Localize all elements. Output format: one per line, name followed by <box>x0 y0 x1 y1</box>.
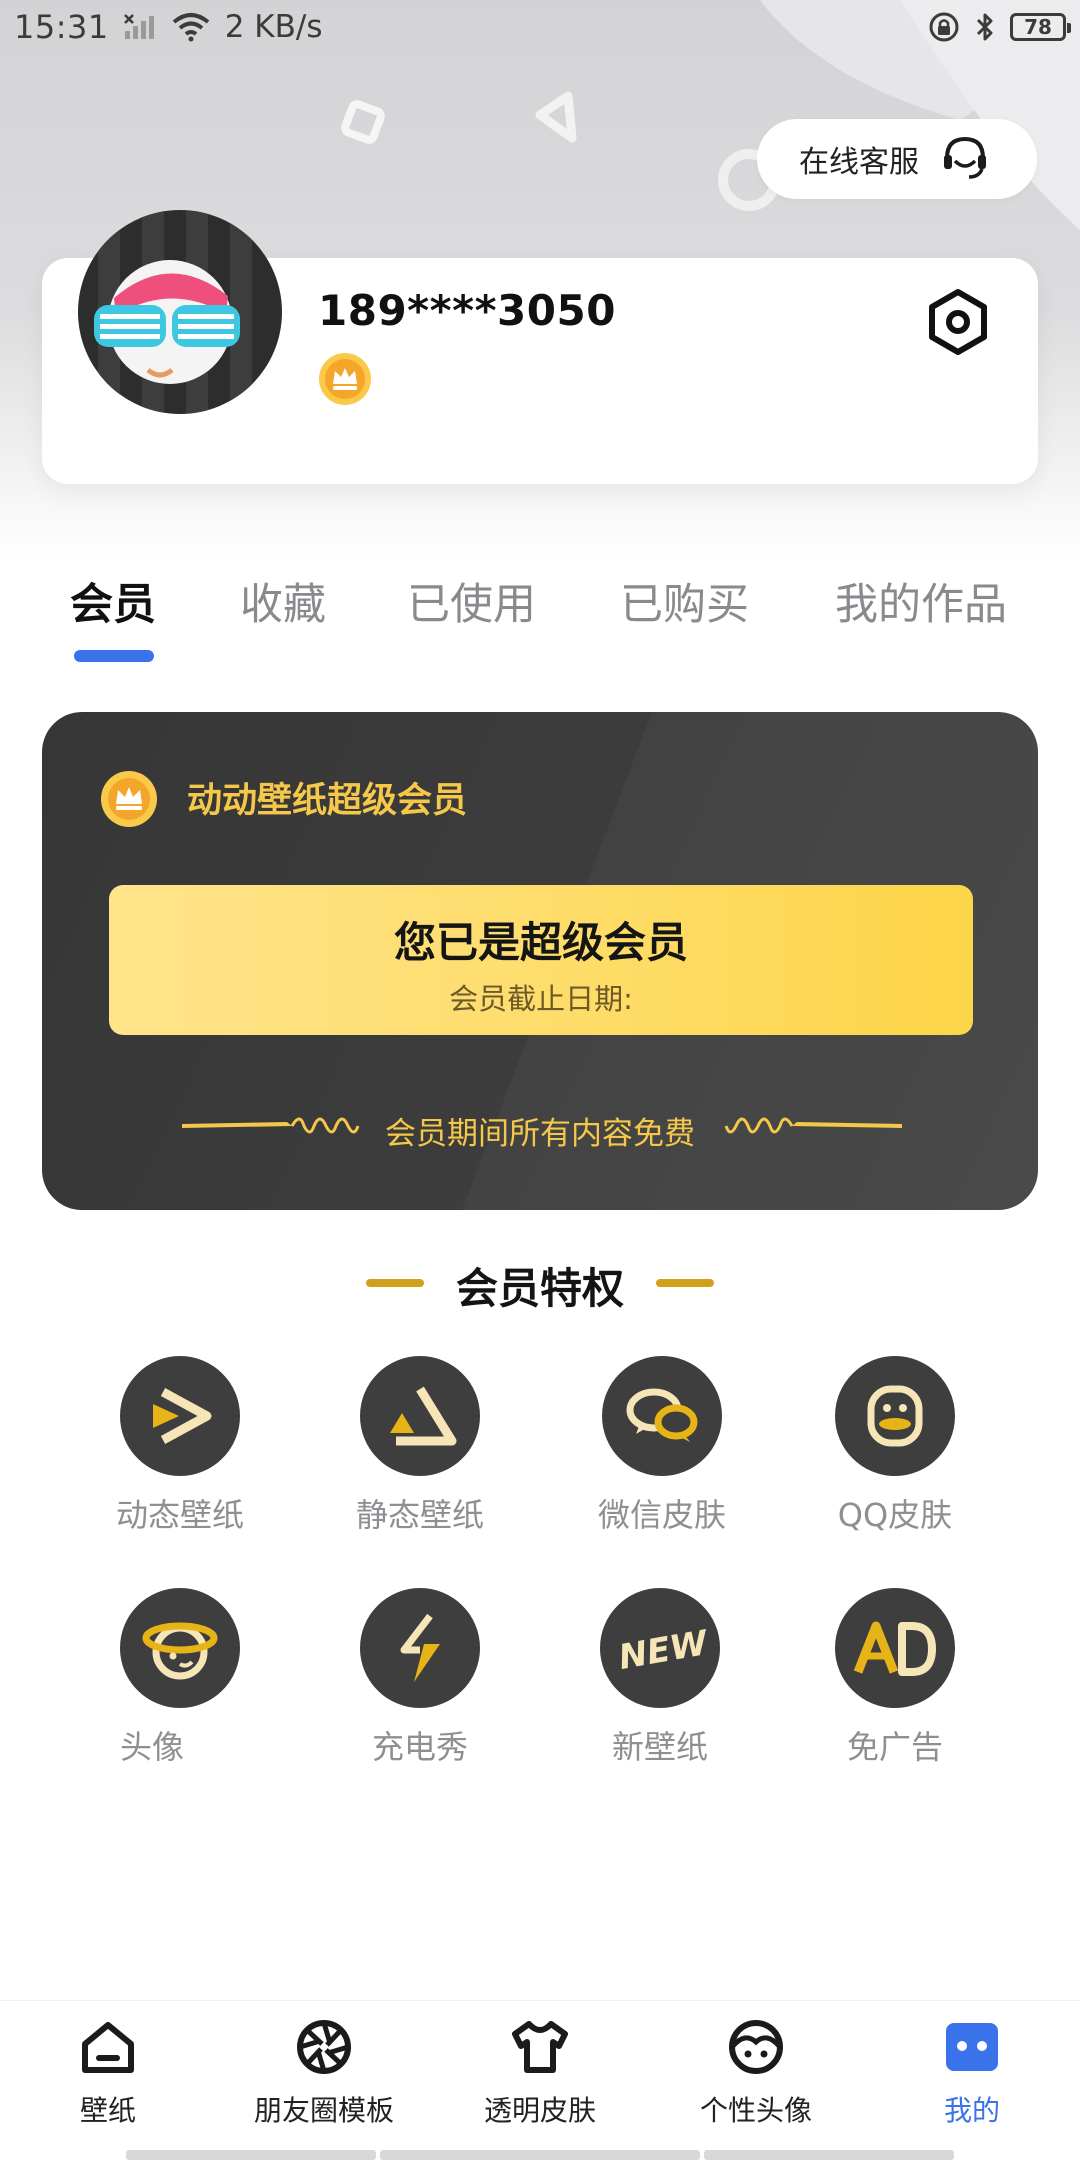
settings-button[interactable] <box>922 286 994 358</box>
lightning-icon <box>360 1588 480 1708</box>
privilege-charging-show[interactable]: 充电秀 <box>320 1588 520 1768</box>
nav-label: 个性头像 <box>699 2094 812 2127</box>
privilege-label: 免广告 <box>846 1728 943 1766</box>
user-phone: 189****3050 <box>318 286 616 335</box>
nav-label: 我的 <box>943 2094 1000 2127</box>
triangle-icon <box>360 1356 480 1476</box>
nav-label: 透明皮肤 <box>483 2094 596 2127</box>
member-status-banner: 您已是超级会员 会员截止日期: <box>109 885 973 1035</box>
wechat-icon <box>602 1356 722 1476</box>
status-bar: 15:31 2 KB/s 78 <box>0 0 1080 54</box>
ad-icon <box>835 1588 955 1708</box>
system-nav-bar <box>126 2150 376 2160</box>
vpn-lock-icon <box>928 11 960 43</box>
privilege-qq-skin[interactable]: QQ皮肤 <box>795 1356 995 1536</box>
privilege-new-wallpaper[interactable]: NEW 新壁纸 <box>560 1588 760 1768</box>
tab-favorites[interactable]: 收藏 <box>240 570 326 632</box>
privilege-label: 充电秀 <box>371 1728 468 1766</box>
system-nav-bar <box>704 2150 954 2160</box>
headset-icon <box>939 131 991 187</box>
privilege-label: QQ皮肤 <box>837 1496 953 1534</box>
member-card: 动动壁纸超级会员 您已是超级会员 会员截止日期: 会员期间所有内容免费 <box>42 712 1038 1210</box>
face-icon <box>676 2015 836 2079</box>
privilege-label: 新壁纸 <box>611 1728 708 1766</box>
signal-icon <box>123 13 157 41</box>
status-time: 15:31 <box>14 8 109 46</box>
tshirt-icon <box>460 2015 620 2079</box>
play-icon <box>120 1356 240 1476</box>
privilege-label: 头像 <box>120 1728 185 1766</box>
online-service-label: 在线客服 <box>799 145 919 180</box>
privilege-label: 静态壁纸 <box>355 1496 484 1534</box>
planet-face-icon <box>120 1588 240 1708</box>
profile-box-icon <box>892 2015 1052 2079</box>
privilege-live-wallpaper[interactable]: 动态壁纸 <box>80 1356 280 1536</box>
privilege-label: 动态壁纸 <box>115 1496 244 1534</box>
bottom-nav: 壁纸 朋友圈模板 透明皮肤 个性头像 我的 <box>0 2000 1080 2140</box>
privilege-wechat-skin[interactable]: 微信皮肤 <box>562 1356 762 1536</box>
nav-label: 朋友圈模板 <box>253 2094 394 2127</box>
home-icon <box>28 2015 188 2079</box>
online-service-button[interactable]: 在线客服 <box>757 119 1037 199</box>
member-card-title: 动动壁纸超级会员 <box>187 781 468 821</box>
svg-text:NEW: NEW <box>616 1623 710 1678</box>
nav-wallpaper[interactable]: 壁纸 <box>28 2015 188 2129</box>
privilege-no-ads[interactable]: 免广告 <box>795 1588 995 1768</box>
vip-crown-icon <box>318 352 372 406</box>
tab-used[interactable]: 已使用 <box>407 570 536 632</box>
privilege-avatar[interactable]: 头像 <box>80 1588 280 1768</box>
privileges-title: 会员特权 <box>455 1264 624 1313</box>
member-status: 您已是超级会员 <box>393 918 688 967</box>
member-expiry-label: 会员截止日期: <box>449 982 633 1016</box>
nav-moments-template[interactable]: 朋友圈模板 <box>244 2015 404 2129</box>
wifi-icon <box>171 12 211 42</box>
nav-label: 壁纸 <box>79 2094 136 2127</box>
battery-level: 78 <box>1024 15 1052 39</box>
bluetooth-icon <box>974 11 996 43</box>
nav-mine[interactable]: 我的 <box>892 2015 1052 2129</box>
nav-personal-avatar[interactable]: 个性头像 <box>676 2015 836 2129</box>
aperture-icon <box>244 2015 404 2079</box>
system-nav-bar <box>380 2150 700 2160</box>
member-footer-text: 会员期间所有内容免费 <box>385 1116 695 1152</box>
tab-indicator <box>74 650 154 662</box>
privilege-static-wallpaper[interactable]: 静态壁纸 <box>320 1356 520 1536</box>
member-crown-icon <box>100 770 158 828</box>
nav-transparent-skin[interactable]: 透明皮肤 <box>460 2015 620 2129</box>
qq-penguin-icon <box>835 1356 955 1476</box>
battery-indicator: 78 <box>1010 13 1071 41</box>
tab-member[interactable]: 会员 <box>70 570 156 632</box>
tab-my-works[interactable]: 我的作品 <box>835 570 1007 632</box>
avatar[interactable] <box>78 210 282 414</box>
privilege-label: 微信皮肤 <box>597 1496 726 1534</box>
hex-gear-icon <box>922 289 994 362</box>
tab-bar: 会员 收藏 已使用 已购买 我的作品 <box>0 570 1080 670</box>
network-speed: 2 KB/s <box>224 9 323 45</box>
tab-purchased[interactable]: 已购买 <box>620 570 749 632</box>
new-badge-icon: NEW <box>600 1588 720 1708</box>
